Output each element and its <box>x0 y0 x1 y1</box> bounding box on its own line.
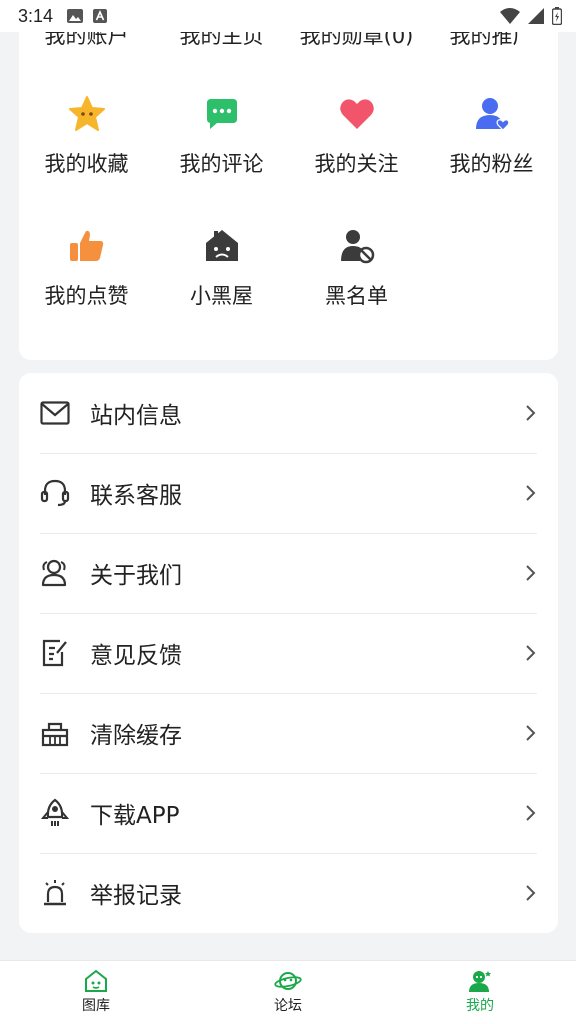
status-bar: 3:14 <box>0 0 576 32</box>
tab-label: 论坛 <box>274 998 302 1014</box>
tab-mine[interactable]: 我的 <box>384 961 576 1024</box>
thumbs-up-icon <box>67 226 107 266</box>
chevron-right-icon <box>526 725 536 741</box>
menu-item-about-us[interactable]: 关于我们 <box>19 533 558 613</box>
blacklist-icon <box>337 226 377 266</box>
grid-item-following[interactable]: 我的关注 <box>289 94 424 178</box>
comment-icon <box>202 94 242 134</box>
image-notification-icon <box>67 9 84 23</box>
grid-item-favorites[interactable]: 我的收藏 <box>19 94 154 178</box>
tab-forum[interactable]: 论坛 <box>192 961 384 1024</box>
menu-item-report-records[interactable]: 举报记录 <box>19 853 558 933</box>
menu-label: 联系客服 <box>90 483 182 509</box>
rocket-icon <box>40 798 70 828</box>
planet-icon <box>274 972 302 990</box>
chevron-right-icon <box>526 645 536 661</box>
menu-label: 下载APP <box>90 803 180 829</box>
menu-label: 关于我们 <box>90 563 182 589</box>
grid-label: 我的粉丝 <box>449 152 534 176</box>
signal-icon <box>528 8 544 24</box>
tab-gallery[interactable]: 图库 <box>0 961 192 1024</box>
wifi-icon <box>500 8 520 24</box>
battery-icon <box>552 7 562 25</box>
grid-label: 黑名单 <box>325 284 388 308</box>
status-time: 3:14 <box>18 5 54 26</box>
grid-item-dark-room[interactable]: 小黑屋 <box>154 226 289 310</box>
tab-label: 图库 <box>82 998 110 1014</box>
grid-label: 我的收藏 <box>44 152 129 176</box>
star-icon <box>67 94 107 134</box>
grid-item-blacklist[interactable]: 黑名单 <box>289 226 424 310</box>
tab-label: 我的 <box>466 998 494 1014</box>
menu-item-download-app[interactable]: 下载APP <box>19 773 558 853</box>
fans-icon <box>472 94 512 134</box>
grid-label: 我的关注 <box>314 152 399 176</box>
dark-house-icon <box>202 226 242 266</box>
chevron-right-icon <box>526 565 536 581</box>
chevron-right-icon <box>526 805 536 821</box>
menu-item-clear-cache[interactable]: 清除缓存 <box>19 693 558 773</box>
menu-item-feedback[interactable]: 意见反馈 <box>19 613 558 693</box>
chevron-right-icon <box>526 885 536 901</box>
menu-label: 清除缓存 <box>90 723 182 749</box>
people-icon <box>40 558 70 588</box>
grid-item-comments[interactable]: 我的评论 <box>154 94 289 178</box>
menu-label: 站内信息 <box>90 403 182 429</box>
menu-label: 举报记录 <box>90 883 182 909</box>
a-notification-icon <box>93 9 108 23</box>
chevron-right-icon <box>526 405 536 421</box>
mail-icon <box>40 398 70 428</box>
gallery-house-icon <box>85 969 107 992</box>
feedback-icon <box>40 638 70 668</box>
settings-menu-card: 站内信息 联系客服 关于我们 意见反馈 清除缓存 下载APP 举报记录 <box>19 373 558 933</box>
user-icon <box>469 971 491 992</box>
grid-label: 我的点赞 <box>44 284 129 308</box>
heart-icon <box>337 94 377 134</box>
grid-item-likes[interactable]: 我的点赞 <box>19 226 154 310</box>
alarm-icon <box>40 878 70 908</box>
chevron-right-icon <box>526 485 536 501</box>
grid-label: 我的评论 <box>179 152 264 176</box>
headset-icon <box>40 478 70 508</box>
menu-item-customer-service[interactable]: 联系客服 <box>19 453 558 533</box>
bottom-tab-bar: 图库 论坛 我的 <box>0 960 576 1024</box>
menu-label: 意见反馈 <box>90 643 182 669</box>
menu-item-messages[interactable]: 站内信息 <box>19 373 558 453</box>
grid-item-fans[interactable]: 我的粉丝 <box>424 94 559 178</box>
broom-icon <box>40 718 70 748</box>
my-functions-card: 我的账户 我的主页 我的勋章(0) 我的推广 我的收藏 我的评论 我的关注 我的… <box>19 0 558 360</box>
grid-label: 小黑屋 <box>190 284 253 308</box>
